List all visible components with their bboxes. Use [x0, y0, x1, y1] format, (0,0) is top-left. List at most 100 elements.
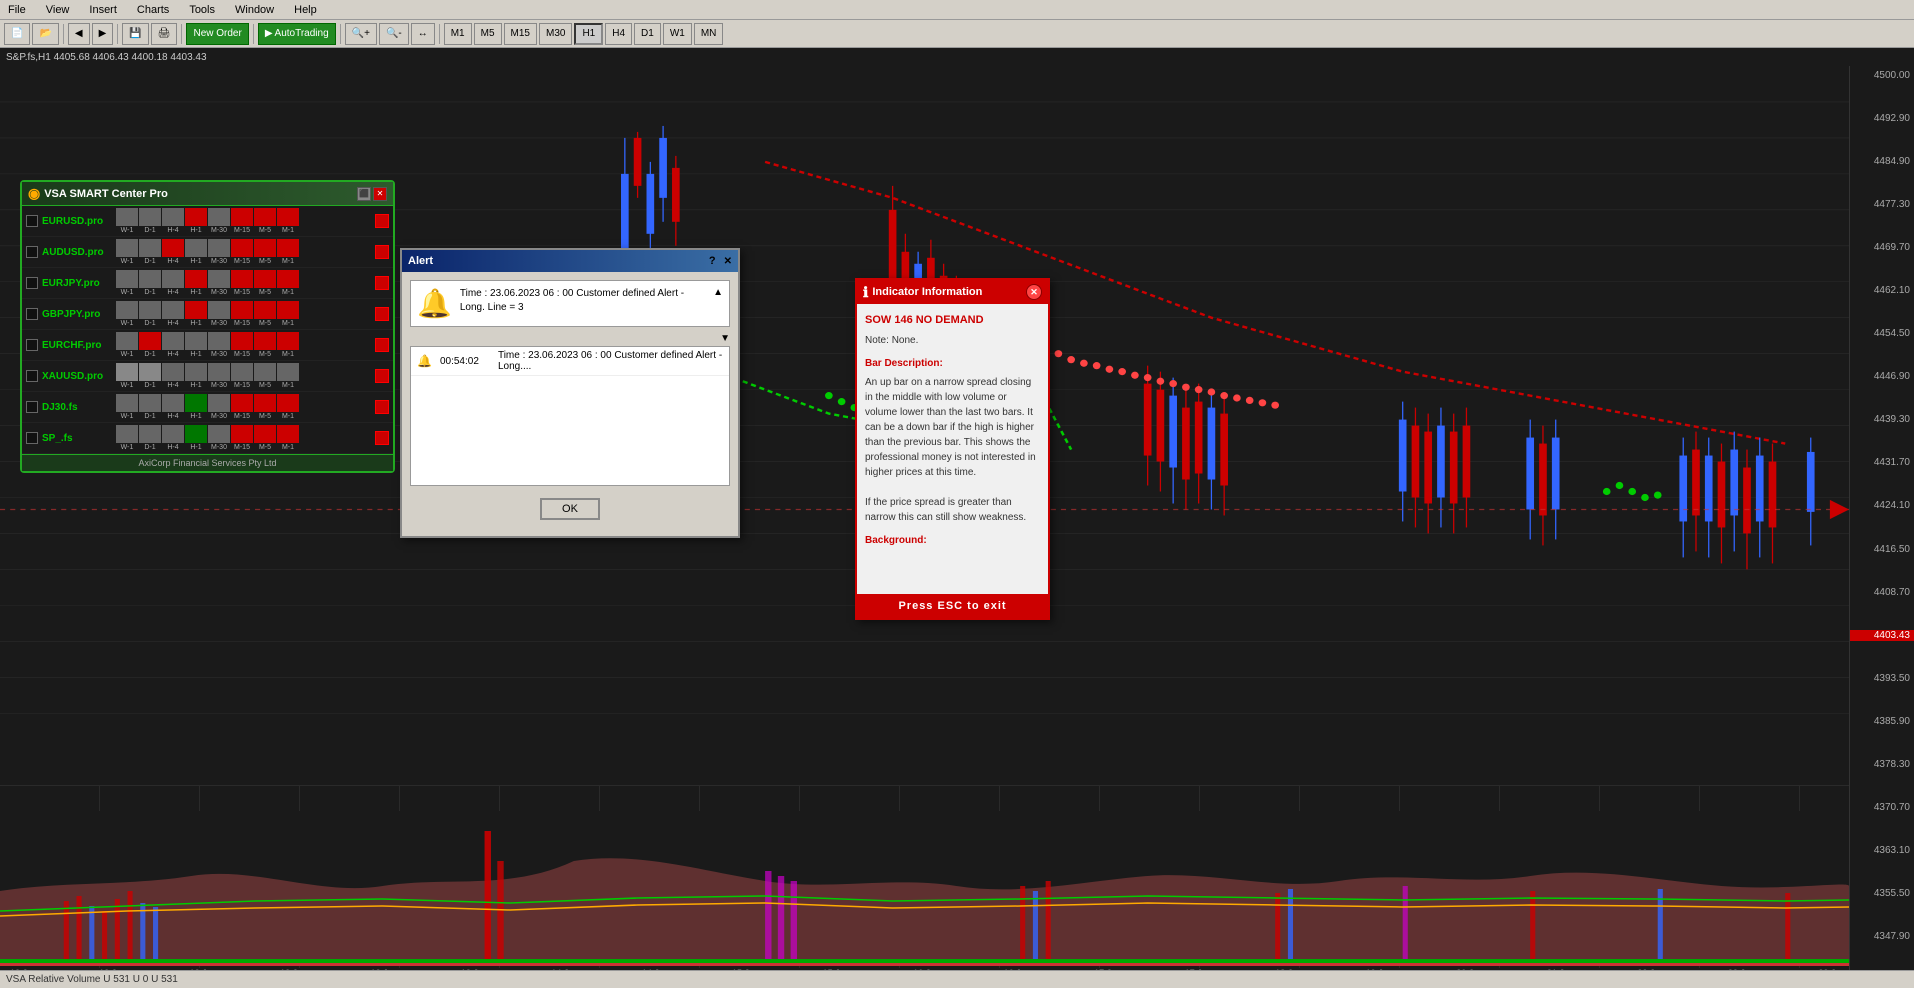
sp-alert-square: [375, 431, 389, 445]
sp-symbol: SP_.fs: [42, 433, 112, 444]
eurjpy-symbol: EURJPY.pro: [42, 278, 112, 289]
price-4462: 4462.10: [1850, 285, 1914, 296]
alert-scroll-up[interactable]: ▲: [713, 287, 723, 320]
vsa-controls: ⬛ ✕: [357, 187, 387, 201]
vsa-title: ◉ VSA SMART Center Pro: [28, 185, 168, 202]
symbol-info: S&P.fs,H1 4405.68 4406.43 4400.18 4403.4…: [6, 52, 207, 63]
m1-btn[interactable]: M1: [444, 23, 472, 45]
d1-btn[interactable]: D1: [634, 23, 661, 45]
audusd-alert-square: [375, 245, 389, 259]
price-4439: 4439.30: [1850, 414, 1914, 425]
new-file-btn[interactable]: 📄: [4, 23, 30, 45]
vsa-row-gbpjpy: GBPJPY.pro W-1 D-1 H-4 H-1 M-30 M-15 M-5: [22, 299, 393, 330]
w1-btn[interactable]: W1: [663, 23, 692, 45]
menu-charts[interactable]: Charts: [133, 4, 173, 16]
eurusd-tf-bars: [116, 208, 371, 226]
open-btn[interactable]: 📂: [32, 23, 58, 45]
eurchf-checkbox[interactable]: [26, 339, 38, 351]
price-4355: 4355.50: [1850, 888, 1914, 899]
vsa-panel: ◉ VSA SMART Center Pro ⬛ ✕ EURUSD.pro W-…: [20, 180, 395, 473]
save-btn[interactable]: 💾: [122, 23, 148, 45]
alert-close-btn[interactable]: ✕: [724, 256, 732, 267]
m30-btn[interactable]: M30: [539, 23, 572, 45]
menu-bar: File View Insert Charts Tools Window Hel…: [0, 0, 1914, 20]
menu-insert[interactable]: Insert: [85, 4, 121, 16]
gbpjpy-symbol: GBPJPY.pro: [42, 309, 112, 320]
h1-btn[interactable]: H1: [574, 23, 603, 45]
xauusd-checkbox[interactable]: [26, 370, 38, 382]
menu-help[interactable]: Help: [290, 4, 321, 16]
separator-5: [340, 24, 341, 44]
price-4492: 4492.90: [1850, 113, 1914, 124]
menu-window[interactable]: Window: [231, 4, 278, 16]
eurusd-symbol: EURUSD.pro: [42, 216, 112, 227]
alert-bell-icon: 🔔: [417, 287, 452, 320]
vsa-row-eurjpy: EURJPY.pro W-1 D-1 H-4 H-1 M-30 M-15 M-5: [22, 268, 393, 299]
indicator-note: Note: None.: [865, 333, 1040, 348]
m5-btn[interactable]: M5: [474, 23, 502, 45]
eurjpy-alert-square: [375, 276, 389, 290]
alert-message-text: Time : 23.06.2023 06 : 00 Customer defin…: [460, 287, 705, 320]
price-4378: 4378.30: [1850, 759, 1914, 770]
alert-list-item-0: 🔔 00:54:02 Time : 23.06.2023 06 : 00 Cus…: [411, 347, 729, 376]
price-4416: 4416.50: [1850, 544, 1914, 555]
zoom-out-btn[interactable]: 🔍-: [379, 23, 409, 45]
indicator-bar-desc-label: Bar Description:: [865, 356, 1040, 371]
price-4347: 4347.90: [1850, 931, 1914, 942]
back-btn[interactable]: ◀: [68, 23, 90, 45]
xauusd-alert-square: [375, 369, 389, 383]
indicator-dialog: ℹ Indicator Information ✕ SOW 146 NO DEM…: [855, 278, 1050, 620]
separator-3: [181, 24, 182, 44]
menu-tools[interactable]: Tools: [185, 4, 219, 16]
xauusd-symbol: XAUUSD.pro: [42, 371, 112, 382]
alert-scroll-down[interactable]: ▼: [720, 333, 730, 344]
price-4469: 4469.70: [1850, 242, 1914, 253]
current-price: 4403.43: [1850, 630, 1914, 641]
gbpjpy-alert-square: [375, 307, 389, 321]
menu-view[interactable]: View: [42, 4, 74, 16]
indicator-esc-button[interactable]: Press ESC to exit: [857, 594, 1048, 618]
alert-ok-button[interactable]: OK: [540, 498, 600, 520]
alert-body: 🔔 Time : 23.06.2023 06 : 00 Customer def…: [402, 272, 738, 536]
volume-chart: [0, 811, 1849, 966]
vsa-restore-btn[interactable]: ⬛: [357, 187, 371, 201]
mn-btn[interactable]: MN: [694, 23, 724, 45]
indicator-close-btn[interactable]: ✕: [1026, 284, 1042, 300]
vsa-titlebar[interactable]: ◉ VSA SMART Center Pro ⬛ ✕: [22, 182, 393, 206]
price-4454: 4454.50: [1850, 328, 1914, 339]
sp-checkbox[interactable]: [26, 432, 38, 444]
eurusd-checkbox[interactable]: [26, 215, 38, 227]
eurchf-alert-square: [375, 338, 389, 352]
print-btn[interactable]: 🖨: [151, 23, 178, 45]
vsa-row-audusd: AUDUSD.pro W-1 D-1 H-4 H-1 M-30 M-15 M-5: [22, 237, 393, 268]
forward-btn[interactable]: ▶: [92, 23, 114, 45]
alert-titlebar[interactable]: Alert ? ✕: [402, 250, 738, 272]
alert-help-btn[interactable]: ?: [709, 255, 716, 267]
eurjpy-checkbox[interactable]: [26, 277, 38, 289]
price-4446: 4446.90: [1850, 371, 1914, 382]
price-4477: 4477.30: [1850, 199, 1914, 210]
menu-file[interactable]: File: [4, 4, 30, 16]
scroll-btn[interactable]: ↔: [411, 23, 435, 45]
vsa-close-btn[interactable]: ✕: [373, 187, 387, 201]
status-bar: VSA Relative Volume U 531 U 0 U 531: [0, 970, 1914, 988]
indicator-description: An up bar on a narrow spread closing in …: [865, 375, 1040, 525]
separator-2: [117, 24, 118, 44]
dj30-checkbox[interactable]: [26, 401, 38, 413]
autotrading-btn[interactable]: ▶ AutoTrading: [258, 23, 336, 45]
indicator-titlebar[interactable]: ℹ Indicator Information ✕: [857, 280, 1048, 304]
price-4408: 4408.70: [1850, 587, 1914, 598]
zoom-in-btn[interactable]: 🔍+: [345, 23, 377, 45]
eurchf-symbol: EURCHF.pro: [42, 340, 112, 351]
indicator-title-label: Indicator Information: [872, 286, 982, 298]
m15-btn[interactable]: M15: [504, 23, 537, 45]
alert-item-bell-icon: 🔔: [417, 354, 432, 368]
gbpjpy-checkbox[interactable]: [26, 308, 38, 320]
alert-list[interactable]: 🔔 00:54:02 Time : 23.06.2023 06 : 00 Cus…: [410, 346, 730, 486]
separator-1: [63, 24, 64, 44]
audusd-checkbox[interactable]: [26, 246, 38, 258]
indicator-signal-name: SOW 146 NO DEMAND: [865, 312, 1040, 329]
new-order-btn[interactable]: New Order: [186, 23, 248, 45]
alert-item-text: Time : 23.06.2023 06 : 00 Customer defin…: [498, 350, 723, 372]
h4-btn[interactable]: H4: [605, 23, 632, 45]
